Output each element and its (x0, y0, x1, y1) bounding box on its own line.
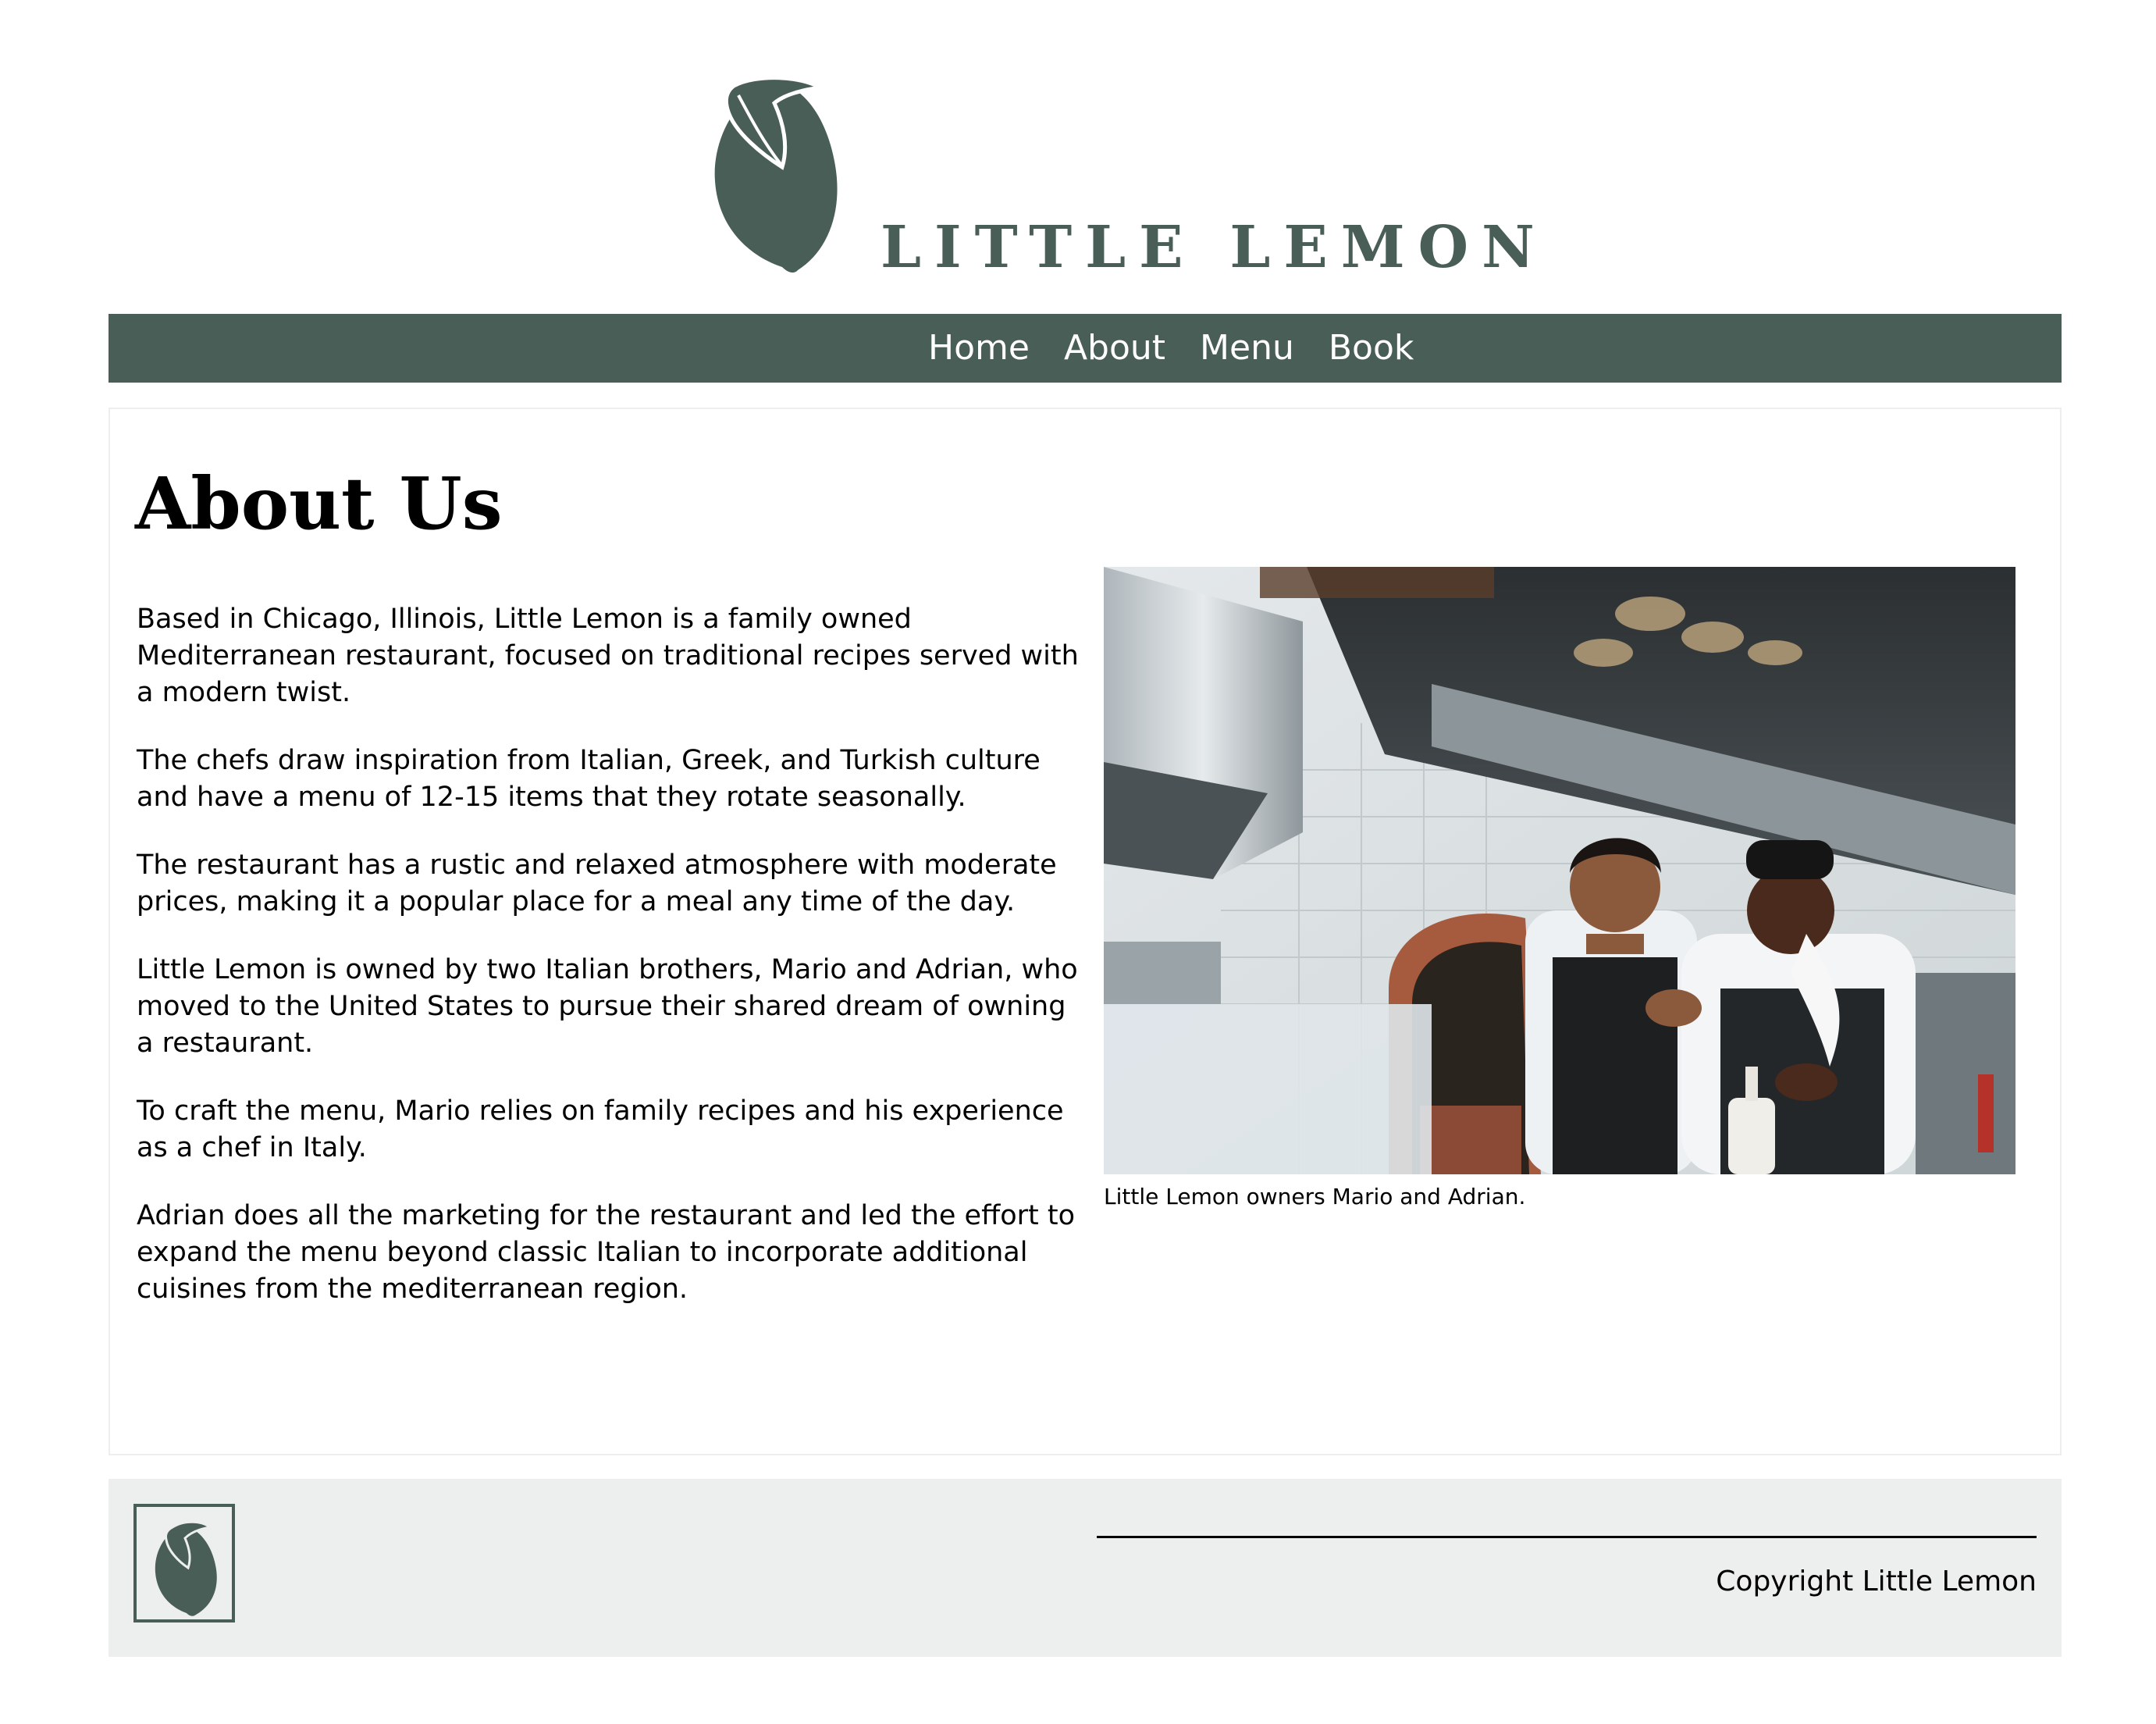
copyright-text: Copyright Little Lemon (1716, 1565, 2037, 1598)
footer-divider (1097, 1536, 2037, 1538)
page-title: About Us (135, 461, 503, 546)
brand-name: LITTLE LEMON (881, 214, 1548, 281)
header-logo[interactable]: LITTLE LEMON (710, 72, 1535, 283)
paragraph-inspiration: The chefs draw inspiration from Italian,… (137, 745, 1041, 813)
owners-figure: Little Lemon owners Mario and Adrian. (1104, 567, 2015, 1212)
nav-item-home[interactable]: Home (928, 314, 1030, 383)
about-section: About Us Based in Chicago, Illinois, Lit… (109, 408, 2062, 1455)
paragraph-adrian: Adrian does all the marketing for the re… (137, 1200, 1075, 1305)
paragraph-mario: To craft the menu, Mario relies on famil… (137, 1095, 1064, 1163)
footer: Copyright Little Lemon (109, 1479, 2062, 1657)
paragraph-location: Based in Chicago, Illinois, Little Lemon… (137, 604, 1079, 708)
page: LITTLE LEMON Home About Menu Book About … (0, 0, 2156, 1724)
footer-logo[interactable] (133, 1504, 235, 1622)
paragraph-atmosphere: The restaurant has a rustic and relaxed … (137, 850, 1057, 917)
lemon-icon (714, 76, 838, 273)
nav-item-about[interactable]: About (1064, 314, 1165, 383)
paragraph-owners: Little Lemon is owned by two Italian bro… (137, 954, 1078, 1059)
owners-photo (1104, 567, 2015, 1174)
nav-item-menu[interactable]: Menu (1200, 314, 1294, 383)
main-nav: Home About Menu Book (109, 314, 2062, 383)
nav-item-book[interactable]: Book (1329, 314, 1414, 383)
photo-caption: Little Lemon owners Mario and Adrian. (1104, 1184, 1526, 1209)
lemon-icon (155, 1520, 217, 1616)
about-copy: Based in Chicago, Illinois, Little Lemon… (137, 601, 1089, 1339)
